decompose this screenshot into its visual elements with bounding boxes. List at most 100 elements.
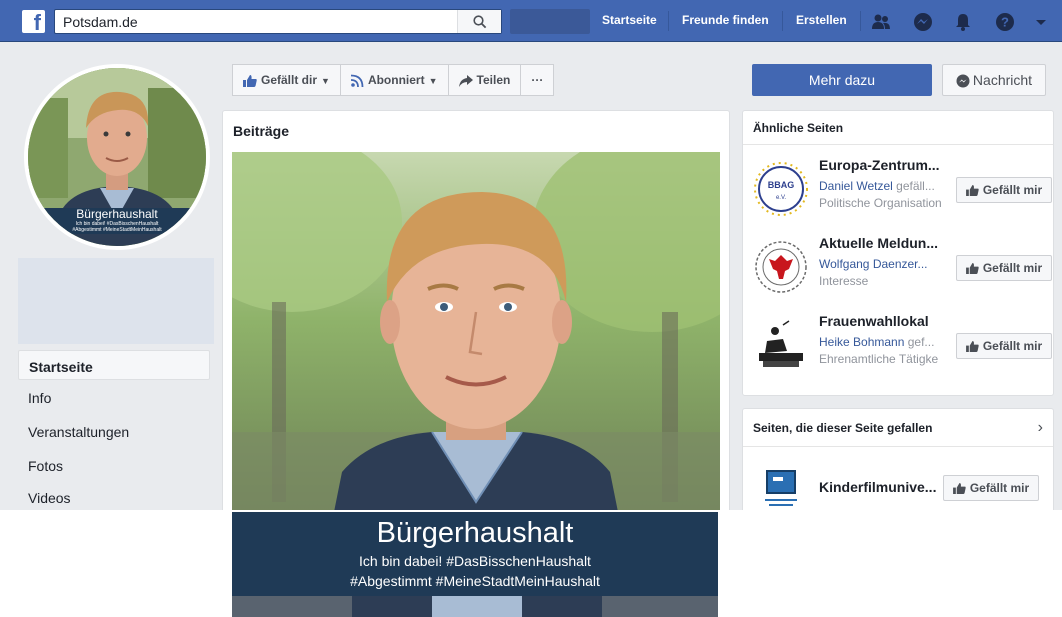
thumb-label: BBAG	[768, 180, 795, 190]
facebook-page: f Startseite Freunde finden Erstellen ?	[0, 0, 1062, 510]
follow-label: Abonniert	[367, 73, 425, 87]
like-similar-page-button[interactable]: Gefällt mir	[956, 177, 1052, 203]
posts-title: Beiträge	[233, 123, 290, 139]
similar-page-item: BBAG e.V. Europa-Zentrum... Daniel Wetze…	[753, 155, 1052, 225]
help-icon[interactable]: ?	[994, 11, 1016, 33]
similar-page-category: Politische Organisation	[819, 196, 942, 210]
campaign-banner-line1: Ich bin dabei! #DasBisschenHaushalt	[359, 553, 591, 569]
liked-page-item: Kinderfilmunive... Gefällt mir	[753, 455, 1045, 510]
photo-continuation-strip	[232, 596, 718, 617]
messenger-icon[interactable]	[912, 11, 934, 33]
photo-continuation	[232, 596, 718, 617]
more-options-button[interactable]: ···	[520, 64, 555, 96]
friend-suffix: gef...	[904, 335, 935, 349]
profile-banner-line2: #Abgestimmt #MeineStadtMeinHaushalt	[72, 227, 162, 233]
campaign-banner: Bürgerhaushalt Ich bin dabei! #DasBissch…	[232, 512, 718, 596]
send-message-button[interactable]: Nachricht	[942, 64, 1046, 96]
similar-pages-title: Ähnliche Seiten	[743, 111, 1053, 145]
nav-find-friends-link[interactable]: Freunde finden	[682, 13, 769, 27]
nav-divider	[782, 11, 783, 31]
nav-divider	[668, 11, 669, 31]
profile-picture: Bürgerhaushalt Ich bin dabei! #DasBissch…	[28, 68, 206, 246]
page-action-bar: Gefällt dir ▼ Abonniert ▼ Teilen ···	[232, 64, 555, 96]
left-column-placeholder	[18, 258, 214, 344]
liked-page-name[interactable]: Kinderfilmunive...	[819, 479, 944, 495]
left-nav-home[interactable]: Startseite	[18, 350, 210, 380]
nav-home-link[interactable]: Startseite	[602, 13, 657, 27]
like-page-label: Gefällt dir	[261, 73, 318, 87]
follow-button[interactable]: Abonniert ▼	[339, 64, 449, 96]
like-button-label: Gefällt mir	[982, 183, 1043, 197]
post-photo[interactable]	[232, 152, 720, 510]
friend-name-link[interactable]: Daniel Wetzel	[819, 179, 893, 193]
left-nav-events[interactable]: Veranstaltungen	[18, 416, 210, 446]
send-message-label: Nachricht	[972, 72, 1033, 88]
top-navigation-bar: f Startseite Freunde finden Erstellen ?	[0, 0, 1062, 42]
similar-page-friend: Daniel Wetzel gefäll...	[819, 179, 944, 193]
share-label: Teilen	[476, 73, 511, 87]
friends-icon[interactable]	[870, 11, 892, 33]
similar-page-name[interactable]: Europa-Zentrum...	[819, 157, 944, 173]
chevron-right-icon[interactable]: ›	[1038, 419, 1043, 437]
campaign-banner-line2: #Abgestimmt #MeineStadtMeinHaushalt	[350, 573, 600, 589]
facebook-logo-icon[interactable]: f	[22, 10, 45, 33]
learn-more-button[interactable]: Mehr dazu	[752, 64, 932, 96]
similar-page-category: Interesse	[819, 274, 869, 288]
left-nav-videos[interactable]: Videos	[18, 482, 210, 510]
svg-text:e.V.: e.V.	[776, 195, 786, 201]
similar-page-friend: Heike Bohmann gef...	[819, 335, 944, 349]
friend-name-link[interactable]: Wolfgang Daenzer...	[819, 257, 928, 271]
svg-text:?: ?	[1001, 15, 1009, 30]
like-similar-page-button[interactable]: Gefällt mir	[956, 333, 1052, 359]
messenger-icon	[956, 74, 970, 88]
profile-shortcut[interactable]	[510, 9, 590, 34]
rss-follow-icon	[350, 74, 364, 88]
like-similar-page-button[interactable]: Gefällt mir	[956, 255, 1052, 281]
similar-page-name[interactable]: Aktuelle Meldun...	[819, 235, 944, 251]
similar-page-item: Frauenwahllokal Heike Bohmann gef... Ehr…	[753, 311, 1052, 381]
search-box	[54, 9, 502, 34]
nav-create-link[interactable]: Erstellen	[796, 13, 847, 27]
liked-pages-title[interactable]: Seiten, die dieser Seite gefallen	[743, 409, 1053, 447]
thumbs-up-icon	[965, 185, 979, 197]
liked-pages-card: Seiten, die dieser Seite gefallen › Kind…	[742, 408, 1054, 510]
campaign-banner-title: Bürgerhaushalt	[376, 517, 574, 549]
profile-banner: Bürgerhaushalt Ich bin dabei! #DasBissch…	[28, 208, 206, 234]
nav-divider	[860, 11, 861, 31]
like-button-label: Gefällt mir	[982, 339, 1043, 353]
search-icon	[473, 15, 487, 29]
more-options-icon: ···	[531, 73, 544, 87]
thumbs-up-icon	[965, 263, 979, 275]
share-button[interactable]: Teilen	[447, 64, 522, 96]
kinderfilm-logo[interactable]	[761, 467, 801, 510]
like-button-label: Gefällt mir	[969, 481, 1030, 495]
caret-down-icon: ▼	[428, 76, 438, 86]
notifications-icon[interactable]	[952, 11, 974, 33]
profile-picture-frame[interactable]: Bürgerhaushalt Ich bin dabei! #DasBissch…	[24, 64, 210, 250]
caret-down-icon: ▼	[321, 76, 330, 86]
page: f Startseite Freunde finden Erstellen ?	[0, 0, 1062, 617]
brandenburg-eagle-seal-logo[interactable]	[753, 239, 809, 295]
friend-suffix: gefäll...	[892, 179, 935, 193]
search-button[interactable]	[457, 10, 501, 33]
search-input[interactable]	[63, 13, 443, 31]
thumbs-up-icon	[952, 483, 966, 495]
left-nav-info[interactable]: Info	[18, 382, 210, 412]
like-page-button[interactable]: Gefällt dir ▼	[232, 64, 341, 96]
similar-page-name[interactable]: Frauenwahllokal	[819, 313, 944, 329]
caret-down-icon[interactable]	[1030, 11, 1052, 33]
similar-page-item: Aktuelle Meldun... Wolfgang Daenzer... I…	[753, 233, 1052, 303]
similar-pages-card: Ähnliche Seiten BBAG e.V. Europa-Zentrum…	[742, 110, 1054, 396]
like-liked-page-button[interactable]: Gefällt mir	[943, 475, 1039, 501]
similar-page-category: Ehrenamtliche Tätigke	[819, 352, 939, 366]
like-button-label: Gefällt mir	[982, 261, 1043, 275]
posts-card: Beiträge	[222, 110, 730, 510]
ballot-box-logo[interactable]	[753, 317, 809, 373]
thumbs-up-icon	[243, 74, 257, 87]
left-nav-photos[interactable]: Fotos	[18, 450, 210, 480]
profile-banner-title: Bürgerhaushalt	[76, 207, 158, 221]
europa-zentrum-logo[interactable]: BBAG e.V.	[753, 161, 809, 217]
share-arrow-icon	[458, 74, 473, 87]
friend-name-link[interactable]: Heike Bohmann	[819, 335, 904, 349]
thumbs-up-icon	[965, 341, 979, 353]
